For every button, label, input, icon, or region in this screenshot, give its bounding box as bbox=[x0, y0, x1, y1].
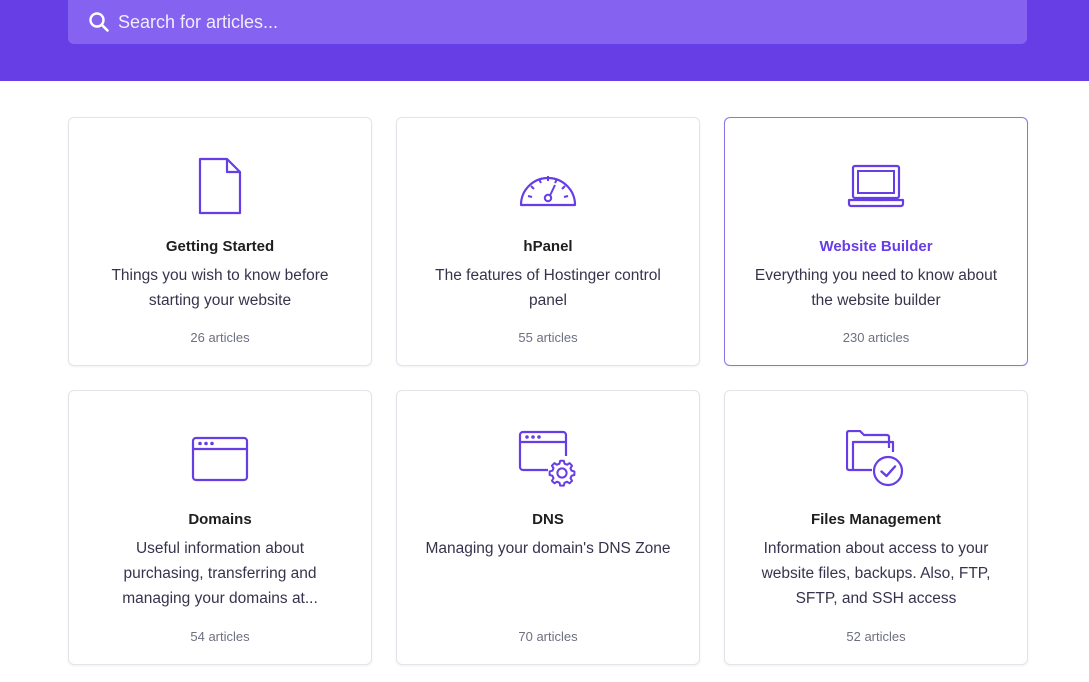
category-title: hPanel bbox=[523, 238, 573, 255]
category-title: Getting Started bbox=[165, 238, 275, 255]
category-title: Domains bbox=[188, 511, 252, 528]
article-count: 70 articles bbox=[518, 629, 578, 644]
category-card-hpanel[interactable]: hPanel The features of Hostinger control… bbox=[396, 117, 700, 366]
article-count: 55 articles bbox=[518, 330, 578, 345]
folder-check-icon bbox=[725, 429, 1027, 489]
article-count: 230 articles bbox=[842, 330, 910, 345]
category-description: Information about access to your website… bbox=[761, 540, 991, 607]
category-card-getting-started[interactable]: Getting Started Things you wish to know … bbox=[68, 117, 372, 366]
category-description: The features of Hostinger control panel bbox=[435, 267, 661, 309]
browser-window-icon bbox=[69, 429, 371, 489]
category-card-website-builder[interactable]: Website Builder Everything you need to k… bbox=[724, 117, 1028, 366]
category-card-domains[interactable]: Domains Useful information about purchas… bbox=[68, 390, 372, 665]
category-title: DNS bbox=[532, 511, 564, 528]
document-icon bbox=[69, 156, 371, 216]
browser-settings-icon bbox=[397, 429, 699, 489]
category-title: Website Builder bbox=[819, 238, 933, 255]
article-count: 54 articles bbox=[190, 629, 250, 644]
search-bar[interactable] bbox=[68, 0, 1027, 44]
category-title: Files Management bbox=[810, 511, 942, 528]
category-card-dns[interactable]: DNS Managing your domain's DNS Zone 70 a… bbox=[396, 390, 700, 665]
laptop-icon bbox=[725, 156, 1027, 216]
article-count: 26 articles bbox=[190, 330, 250, 345]
speedometer-icon bbox=[397, 156, 699, 216]
search-input[interactable] bbox=[118, 11, 978, 33]
article-count: 52 articles bbox=[846, 629, 906, 644]
hero-banner bbox=[0, 0, 1089, 81]
category-description: Everything you need to know about the we… bbox=[754, 267, 998, 309]
category-description: Useful information about purchasing, tra… bbox=[122, 540, 318, 607]
category-description: Things you wish to know before starting … bbox=[111, 267, 329, 309]
category-description: Managing your domain's DNS Zone bbox=[425, 540, 671, 557]
search-icon bbox=[88, 11, 110, 33]
category-grid: Getting Started Things you wish to know … bbox=[68, 117, 1028, 665]
category-card-files-management[interactable]: Files Management Information about acces… bbox=[724, 390, 1028, 665]
